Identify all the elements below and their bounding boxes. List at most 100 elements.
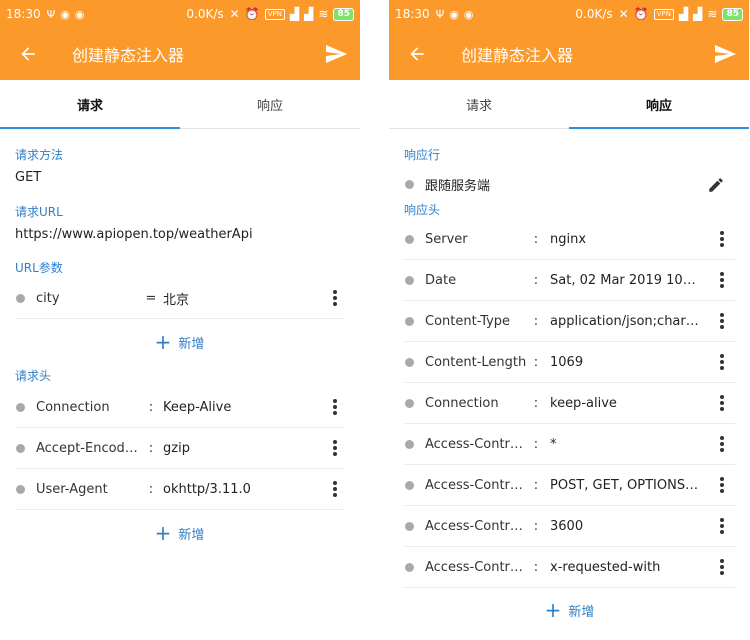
header-key: User-Agent — [36, 481, 108, 497]
response-screen: 18:30 Ψ ◉ ◉ 0.0K/s ✕ ⏰ VPN ▟ ▟ ≋ 85 创建静态… — [389, 0, 749, 640]
request-screen: 18:30 Ψ ◉ ◉ 0.0K/s ✕ ⏰ VPN ▟ ▟ ≋ 85 创建静态… — [0, 0, 360, 640]
header-row[interactable]: Connection : Keep-Alive — [15, 387, 344, 428]
header-value: * — [550, 436, 557, 452]
header-separator: : — [148, 440, 154, 456]
more-vert-icon[interactable] — [332, 440, 338, 456]
alarm-icon: ⏰ — [633, 7, 649, 21]
screen-divider — [360, 0, 389, 640]
more-vert-icon[interactable] — [719, 231, 725, 247]
tab-response[interactable]: 响应 — [180, 80, 360, 128]
status-time: 18:30 — [6, 7, 41, 21]
more-vert-icon[interactable] — [332, 290, 338, 306]
more-vert-icon[interactable] — [719, 395, 725, 411]
response-line-label: 响应行 — [404, 148, 441, 162]
header-row[interactable]: Access-Contr… : x-requested-with — [404, 547, 735, 588]
header-row[interactable]: Access-Contr… : POST, GET, OPTIONS,… — [404, 465, 735, 506]
mute-icon: ✕ — [618, 7, 629, 21]
send-icon[interactable] — [713, 42, 737, 66]
more-vert-icon[interactable] — [719, 559, 725, 575]
header-row[interactable]: Access-Contr… : * — [404, 424, 735, 465]
row-bullet — [405, 357, 414, 367]
header-row[interactable]: User-Agent : okhttp/3.11.0 — [15, 469, 344, 510]
header-key: Access-Contr… — [425, 518, 523, 534]
mi-icon: Ψ — [46, 7, 56, 21]
row-bullet — [16, 484, 25, 494]
row-bullet — [405, 275, 414, 285]
add-header-button[interactable]: + 新增 — [15, 510, 344, 556]
header-row[interactable]: Content-Type : application/json;chars… — [404, 301, 735, 342]
tab-request[interactable]: 请求 — [389, 80, 569, 128]
app-bar: 创建静态注入器 — [0, 28, 360, 80]
more-vert-icon[interactable] — [719, 272, 725, 288]
row-bullet — [405, 234, 414, 244]
header-separator: : — [533, 436, 539, 452]
header-separator: : — [533, 518, 539, 534]
add-param-button[interactable]: + 新增 — [15, 319, 344, 365]
header-value: nginx — [550, 231, 587, 247]
page-title: 创建静态注入器 — [461, 46, 574, 65]
more-vert-icon[interactable] — [719, 518, 725, 534]
add-param-label: 新增 — [178, 336, 205, 352]
add-header-button[interactable]: + 新增 — [404, 588, 735, 632]
header-key: Server — [425, 231, 468, 247]
add-header-label: 新增 — [178, 527, 205, 543]
row-bullet — [16, 293, 25, 303]
header-value: application/json;chars… — [550, 313, 700, 329]
tab-response[interactable]: 响应 — [569, 80, 749, 129]
header-row[interactable]: Server : nginx — [404, 219, 735, 260]
network-speed: 0.0K/s — [186, 7, 224, 21]
mi-icon: Ψ — [435, 7, 445, 21]
row-bullet — [405, 562, 414, 572]
header-row[interactable]: Access-Contr… : 3600 — [404, 506, 735, 547]
more-vert-icon[interactable] — [719, 436, 725, 452]
arrow-back-icon — [410, 47, 424, 61]
header-separator: : — [533, 231, 539, 247]
add-header-label: 新增 — [568, 604, 595, 620]
wifi-icon: ≋ — [318, 7, 329, 21]
param-row[interactable]: city = 北京 — [15, 278, 344, 319]
more-vert-icon[interactable] — [332, 399, 338, 415]
response-form: 响应行 跟随服务端 响应头 Server : nginx Date : Sat,… — [389, 146, 749, 632]
signal-icon-2: ▟ — [693, 7, 703, 21]
header-key: Access-Contr… — [425, 436, 523, 452]
header-key: Connection — [36, 399, 110, 415]
header-key: Content-Type — [425, 313, 511, 329]
more-vert-icon[interactable] — [719, 313, 725, 329]
header-key: Access-Contr… — [425, 477, 523, 493]
app-notification-icon: ◉ — [60, 7, 70, 21]
header-key: Connection — [425, 395, 499, 411]
tab-request[interactable]: 请求 — [0, 80, 180, 129]
method-value[interactable]: GET — [15, 170, 344, 185]
more-vert-icon[interactable] — [719, 477, 725, 493]
row-bullet — [405, 521, 414, 531]
header-row[interactable]: Connection : keep-alive — [404, 383, 735, 424]
more-vert-icon[interactable] — [332, 481, 338, 497]
add-icon: + — [154, 330, 172, 354]
url-value[interactable]: https://www.apiopen.top/weatherApi — [15, 227, 344, 242]
back-button[interactable] — [389, 28, 445, 80]
header-separator: : — [533, 477, 539, 493]
send-icon[interactable] — [324, 42, 348, 66]
mute-icon: ✕ — [229, 7, 240, 21]
app-notification-icon-2: ◉ — [463, 7, 474, 21]
arrow-back-icon — [21, 47, 35, 61]
header-row[interactable]: Accept-Encod… : gzip — [15, 428, 344, 469]
app-notification-icon-2: ◉ — [74, 7, 85, 21]
row-bullet — [405, 398, 414, 408]
status-bar: 18:30 Ψ ◉ ◉ 0.0K/s ✕ ⏰ VPN ▟ ▟ ≋ 85 — [0, 0, 360, 28]
url-params-label: URL参数 — [15, 261, 63, 275]
response-line-row[interactable]: 跟随服务端 — [404, 164, 735, 205]
tab-bar: 请求 响应 — [0, 80, 360, 129]
header-row[interactable]: Date : Sat, 02 Mar 2019 10:2… — [404, 260, 735, 301]
header-row[interactable]: Content-Length : 1069 — [404, 342, 735, 383]
status-time: 18:30 — [395, 7, 430, 21]
app-notification-icon: ◉ — [449, 7, 459, 21]
header-value: x-requested-with — [550, 559, 661, 575]
row-bullet — [405, 439, 414, 449]
edit-icon[interactable] — [707, 176, 725, 194]
battery-indicator: 85 — [333, 7, 354, 21]
header-value: keep-alive — [550, 395, 617, 411]
more-vert-icon[interactable] — [719, 354, 725, 370]
header-separator: : — [533, 395, 539, 411]
back-button[interactable] — [0, 28, 56, 80]
